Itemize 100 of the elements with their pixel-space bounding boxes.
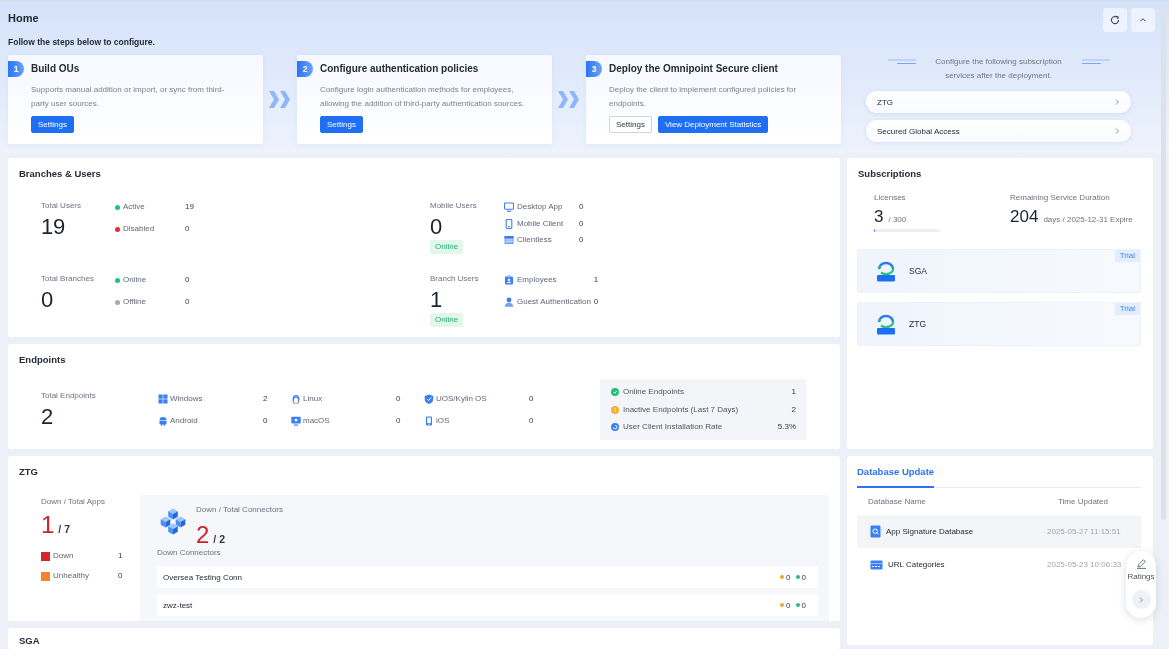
table-row[interactable]: App Signature Database 2025-05-27 11:15:51 <box>857 515 1141 548</box>
count-value: 0 <box>801 572 806 582</box>
platform-count: 0 <box>529 392 534 405</box>
stat-value: 1 <box>791 386 796 398</box>
card-title: Subscriptions <box>858 168 923 180</box>
item-label: Employees <box>517 274 558 286</box>
tab[interactable]: Database Update <box>857 456 935 488</box>
cubes-icon <box>158 508 188 536</box>
item-label: Clientless <box>517 234 553 246</box>
chevron-right-icon <box>1113 127 1121 135</box>
item-label: Disabled <box>123 223 156 235</box>
metric-value: 0 <box>41 288 53 312</box>
list-title: Down Connectors <box>157 548 222 558</box>
guide-text: Configure the following subscription services after the deployment. <box>934 56 1063 82</box>
item-value: 19 <box>185 201 194 213</box>
step-button[interactable]: Settings <box>31 116 74 133</box>
column-header: Time Updated <box>1057 497 1109 506</box>
metric-label: Total Branches <box>41 274 94 284</box>
chevron-up-icon <box>1139 16 1147 24</box>
total-count: / 7 <box>58 523 71 535</box>
step-button[interactable]: Settings <box>609 116 652 133</box>
service-name: ZTG <box>909 319 926 329</box>
service-logo-icon <box>875 313 897 335</box>
stat-label: Inactive Endpoints (Last 7 Days) <box>623 403 740 416</box>
metric-label: Down / Total Apps <box>41 497 105 507</box>
refresh-button[interactable] <box>1103 8 1127 32</box>
phone-icon <box>424 415 434 426</box>
platform-count: 0 <box>396 392 401 405</box>
stat-label: User Client Installation Rate <box>623 421 724 433</box>
table-cell: URL Categories <box>888 560 945 569</box>
trial-badge: Trial <box>1114 250 1140 262</box>
item-label: Mobile Client <box>517 217 565 230</box>
item-label: Desktop App <box>517 201 564 213</box>
metric-label: Branch Users <box>430 274 479 284</box>
item-label: Active <box>123 201 146 213</box>
platform-label: Windows <box>170 392 204 405</box>
chevron-right-icon <box>1113 98 1121 106</box>
step-description: Deploy the client to implement configured policies for endpoints. <box>609 84 798 110</box>
service-link[interactable]: ZTG <box>866 91 1131 113</box>
step-title: Build OUs <box>31 62 80 76</box>
table-cell-text: 2025-05-23 10:06:33 <box>1047 560 1123 569</box>
status-tag: Online <box>430 313 464 327</box>
step-button[interactable]: View Deployment Statistics <box>657 116 769 133</box>
platform-label: Linux <box>303 392 324 405</box>
refresh-icon <box>1110 15 1120 25</box>
card-title: Branches & Users <box>19 168 102 180</box>
ratings-label: Ratings <box>1127 572 1155 581</box>
metric-label: Remaining Service Duration <box>1010 193 1110 203</box>
legend-label: Down <box>53 550 75 562</box>
metric-value: 0 <box>430 215 442 239</box>
service-link[interactable]: Secured Global Access <box>866 120 1131 142</box>
step-number: 2 <box>297 61 313 77</box>
card-title: SGA <box>19 635 41 647</box>
monitor-icon <box>504 202 514 212</box>
platform-count: 0 <box>396 414 401 427</box>
stat-value: 5.3% <box>777 421 796 433</box>
item-label: Offline <box>123 296 147 308</box>
platform-label: Android <box>170 414 199 427</box>
step-button[interactable]: Settings <box>320 116 363 133</box>
item-label: Guest Authentication <box>517 296 591 308</box>
expand-button[interactable] <box>1131 590 1151 609</box>
connector-name: Oversea Testing Conn <box>163 572 242 582</box>
platform-label: macOS <box>303 414 331 427</box>
legend-label: Unhealthy <box>53 570 91 582</box>
column-header: Database Name <box>867 497 927 506</box>
phone-icon <box>504 218 514 229</box>
total-count: / 2 <box>213 533 226 545</box>
decorative-lines-icon <box>887 59 916 65</box>
metric-value: 204 <box>1010 208 1039 226</box>
service-logo-icon <box>875 260 897 282</box>
page-title: Home <box>8 11 39 25</box>
count-value: 0 <box>786 572 791 582</box>
double-chevron-icon <box>558 91 580 108</box>
metric-value: 3 <box>874 208 884 226</box>
browser-window-icon <box>504 235 514 245</box>
step-description: Configure login authentication methods for employees, allowing the addition of third-party authentication sources. <box>320 84 526 110</box>
platform-label: iOS <box>436 414 451 427</box>
down-count: 2 <box>196 522 210 548</box>
windows-logo-icon <box>158 393 168 404</box>
step-title: Configure authentication policies <box>320 62 479 76</box>
card-icon <box>870 559 883 570</box>
connector-name: zwz-test <box>163 600 193 610</box>
item-value: 0 <box>579 201 584 213</box>
platform-count: 0 <box>529 414 534 427</box>
table-cell: App Signature Database <box>886 527 974 536</box>
step-description: Supports manual addition or import, or sync from third-party user sources. <box>31 84 226 110</box>
step-number: 3 <box>586 61 602 77</box>
metric-total: / 300 <box>888 215 907 224</box>
person-icon <box>504 297 514 307</box>
chevron-right-icon <box>1137 595 1145 604</box>
metric-label: Down / Total Connectors <box>196 505 283 515</box>
metric-value: 19 <box>41 215 65 239</box>
item-label: Online <box>123 274 148 286</box>
intro-text: Follow the steps below to configure. <box>8 36 156 48</box>
pencil-icon <box>1135 558 1147 569</box>
table-row[interactable]: URL Categories 2025-05-23 10:06:33 <box>857 548 1125 581</box>
expiry-text: days / 2025-12-31 Expire <box>1043 215 1133 224</box>
trial-badge: Trial <box>1114 303 1140 315</box>
metric-label: Total Endpoints <box>41 390 96 401</box>
card-title: Endpoints <box>19 354 67 366</box>
